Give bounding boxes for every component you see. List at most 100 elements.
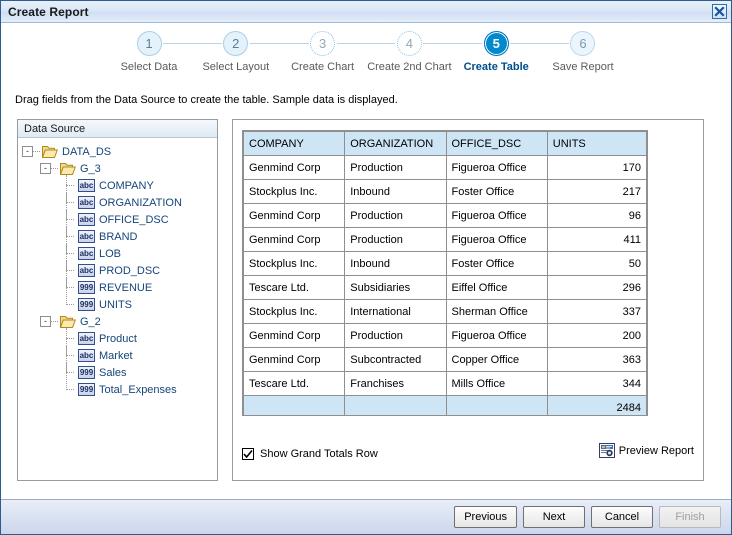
tree-node-label: G_2: [80, 315, 101, 328]
table-cell: Figueroa Office: [445, 155, 548, 180]
tree-node-label: UNITS: [99, 298, 132, 311]
tree-node-product[interactable]: abc Product: [18, 328, 217, 356]
table-cell: Stockplus Inc.: [243, 251, 346, 276]
tree-node-organization[interactable]: abc ORGANIZATION: [18, 192, 217, 220]
wizard-step-4[interactable]: 4 Create 2nd Chart: [366, 31, 452, 73]
grand-total-cell: [344, 395, 447, 415]
table-column-header[interactable]: ORGANIZATION: [344, 131, 447, 156]
tree-node-label: Product: [99, 332, 137, 345]
grand-total-cell: [445, 395, 548, 415]
close-icon[interactable]: [712, 4, 727, 19]
next-button[interactable]: Next: [523, 506, 585, 528]
wizard-step-label: Save Report: [552, 61, 614, 73]
wizard-step-6[interactable]: 6 Save Report: [540, 31, 626, 73]
tree-expander-icon[interactable]: -: [22, 146, 33, 157]
table-column-header[interactable]: UNITS: [546, 131, 647, 156]
previous-button[interactable]: Previous: [454, 506, 517, 528]
wizard-step-2[interactable]: 2 Select Layout: [193, 31, 279, 73]
table-cell: Eiffel Office: [445, 275, 548, 300]
tree-node-label: Market: [99, 349, 133, 362]
tree-node-market[interactable]: abc Market: [18, 345, 217, 373]
tree-node-office_dsc[interactable]: abc OFFICE_DSC: [18, 209, 217, 237]
number-field-icon: 999: [78, 383, 95, 396]
wizard-connector: [250, 43, 309, 44]
tree-node-label: COMPANY: [99, 179, 154, 192]
text-field-icon: abc: [78, 349, 95, 362]
tree-expander-icon[interactable]: -: [40, 163, 51, 174]
instruction-text: Drag fields from the Data Source to crea…: [15, 94, 398, 106]
tree-node-g_2[interactable]: - G_2: [18, 313, 217, 330]
tree-node-label: OFFICE_DSC: [99, 213, 169, 226]
tree-node-sales[interactable]: 999 Sales: [18, 362, 217, 390]
table-row: Stockplus Inc. Inbound Foster Office 50: [243, 251, 647, 276]
wizard-step-1[interactable]: 1 Select Data: [106, 31, 192, 73]
tree-node-g_3[interactable]: - G_3: [18, 160, 217, 177]
table-column-header[interactable]: OFFICE_DSC: [445, 131, 548, 156]
table-cell: 50: [546, 251, 647, 276]
table-cell: Stockplus Inc.: [243, 179, 346, 204]
data-source-header: Data Source: [18, 120, 217, 138]
tree-node-label: Sales: [99, 366, 127, 379]
window-titlebar: Create Report: [1, 1, 731, 23]
grand-total-row: 2484: [243, 395, 647, 415]
wizard-step-number: 2: [223, 31, 249, 56]
cancel-button[interactable]: Cancel: [591, 506, 653, 528]
table-cell: Genmind Corp: [243, 323, 346, 348]
table-cell: Subsidiaries: [344, 275, 447, 300]
tree-node-label: LOB: [99, 247, 122, 260]
window-title: Create Report: [8, 4, 89, 19]
create-report-dialog: Create Report 1 Select Data 2 Select Layout…: [0, 0, 732, 535]
table-row: Genmind Corp Subcontracted Copper Office 36…: [243, 347, 647, 372]
table-cell: Foster Office: [445, 251, 548, 276]
wizard-step-3[interactable]: 3 Create Chart: [280, 31, 366, 73]
tree-node-brand[interactable]: abc BRAND: [18, 226, 217, 254]
wizard-step-number: 6: [570, 31, 596, 56]
table-cell: Production: [344, 203, 447, 228]
tree-node-prod_dsc[interactable]: abc PROD_DSC: [18, 260, 217, 288]
tree-node-label: Total_Expenses: [99, 383, 177, 396]
text-field-icon: abc: [78, 230, 95, 243]
tree-node-units[interactable]: 999 UNITS: [18, 294, 217, 313]
data-source-tree[interactable]: - DATA_DS - G_3 abc COMPANY abc ORGANIZATION abc…: [18, 138, 217, 398]
tree-node-total_expenses[interactable]: 999 Total_Expenses: [18, 379, 217, 398]
tree-node-label: G_3: [80, 162, 101, 175]
table-cell: Figueroa Office: [445, 203, 548, 228]
table-body: Genmind Corp Production Figueroa Office 170…: [243, 155, 647, 415]
tree-node-lob[interactable]: abc LOB: [18, 243, 217, 271]
wizard-step-label: Select Layout: [202, 61, 270, 73]
wizard-step-5[interactable]: 5 Create Table: [453, 31, 539, 73]
preview-report-button[interactable]: Preview Report: [598, 443, 694, 458]
table-cell: 217: [546, 179, 647, 204]
table-cell: Genmind Corp: [243, 155, 346, 180]
wizard-step-label: Select Data: [120, 61, 178, 73]
table-cell: Production: [344, 323, 447, 348]
sample-data-grid[interactable]: COMPANY ORGANIZATION OFFICE_DSC UNITS Genmi…: [242, 130, 648, 416]
grand-total-cell: 2484: [546, 395, 647, 415]
table-cell: International: [344, 299, 447, 324]
tree-node-label: BRAND: [99, 230, 138, 243]
table-cell: Production: [344, 155, 447, 180]
table-row: Tescare Ltd. Subsidiaries Eiffel Office 296: [243, 275, 647, 300]
table-row: Stockplus Inc. International Sherman Offic…: [243, 299, 647, 324]
tree-node-company[interactable]: abc COMPANY: [18, 175, 217, 203]
tree-connector-line: [33, 151, 40, 152]
table-cell: Genmind Corp: [243, 203, 346, 228]
dialog-footer: Previous Next Cancel Finish: [1, 499, 731, 534]
table-row: Tescare Ltd. Franchises Mills Office 344: [243, 371, 647, 396]
tree-connector-line: [63, 294, 77, 313]
tree-expander-icon[interactable]: -: [40, 316, 51, 327]
wizard-step-number: 5: [483, 31, 509, 56]
tree-connector-line: [63, 379, 77, 398]
preview-report-icon: [598, 443, 615, 458]
tree-node-revenue[interactable]: 999 REVENUE: [18, 277, 217, 305]
show-grand-totals-checkbox[interactable]: [242, 448, 254, 460]
table-row: Genmind Corp Production Figueroa Office 411: [243, 227, 647, 252]
tree-node-data_ds[interactable]: - DATA_DS: [18, 143, 217, 160]
table-column-header[interactable]: COMPANY: [243, 131, 346, 156]
table-cell: Genmind Corp: [243, 227, 346, 252]
table-cell: 337: [546, 299, 647, 324]
table-cell: Figueroa Office: [445, 323, 548, 348]
wizard-connector: [423, 43, 482, 44]
tree-node-label: DATA_DS: [62, 145, 112, 158]
tree-node-label: ORGANIZATION: [99, 196, 182, 209]
